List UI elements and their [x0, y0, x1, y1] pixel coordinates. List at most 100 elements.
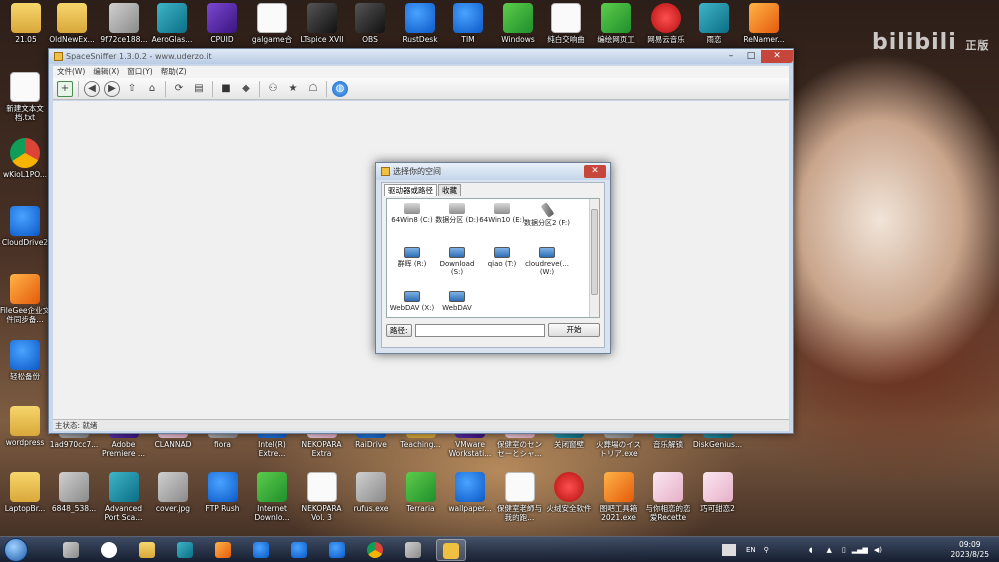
hard-drive-icon — [494, 203, 510, 214]
taskbar-chrome[interactable] — [360, 539, 390, 561]
desktop-icon[interactable]: CPUID — [196, 3, 248, 44]
desktop-icon[interactable]: 网易云音乐 — [640, 3, 692, 44]
desktop-icon[interactable]: cover.jpg — [147, 472, 199, 513]
signal-icon[interactable]: ▂▄▆ — [852, 546, 868, 554]
taskbar-display[interactable] — [398, 539, 428, 561]
taskbar-snip-tool[interactable] — [56, 539, 86, 561]
new-space-icon[interactable]: + — [57, 80, 73, 97]
drive-item[interactable]: cloudreve(... (W:) — [523, 247, 571, 276]
home-icon[interactable]: ⌂ — [144, 81, 160, 97]
desktop-icon[interactable]: wordpress — [0, 406, 51, 447]
pen-icon[interactable] — [722, 544, 736, 556]
desktop-icon[interactable]: TIM — [442, 3, 494, 44]
drive-item[interactable]: 数据分区2 (F:) — [523, 202, 571, 227]
desktop-icon[interactable]: 纯白交响曲 — [540, 3, 592, 44]
show-hidden-icons[interactable]: ▲ — [827, 546, 832, 554]
desktop-icon[interactable]: 轻松备份 — [0, 340, 51, 381]
desktop-icon[interactable]: Terraria — [395, 472, 447, 513]
desktop-icon[interactable]: 9f72ce188... — [98, 3, 150, 44]
desktop-icon[interactable]: Windows — [492, 3, 544, 44]
menu-edit[interactable]: 编辑(X) — [89, 66, 123, 78]
desktop-icon[interactable]: 火绒安全软件 — [543, 472, 595, 513]
path-label-button[interactable]: 路径: — [386, 323, 412, 337]
desktop-icon[interactable]: 21.05 — [0, 3, 52, 44]
mouse-icon[interactable]: ◖ — [809, 546, 813, 554]
close-button[interactable]: ✕ — [761, 50, 793, 63]
desktop-icon-label: DiskGenius... — [692, 440, 743, 449]
up-folder-icon[interactable]: ⇧ — [124, 81, 140, 97]
desktop-icon[interactable]: OldNewEx... — [46, 3, 98, 44]
taskbar-search[interactable] — [208, 539, 238, 561]
desktop-icon[interactable]: 雨恋 — [688, 3, 740, 44]
cube-icon[interactable]: ◆ — [238, 81, 254, 97]
drive-item[interactable]: qiao (T:) — [478, 247, 526, 268]
minimize-button[interactable]: – — [721, 50, 741, 63]
desktop-icon[interactable]: ReNamer... — [738, 3, 790, 44]
forward-icon[interactable]: ▶ — [104, 80, 120, 97]
desktop-icon[interactable]: wKioL1PO... — [0, 138, 51, 179]
desktop-icon[interactable]: RustDesk — [394, 3, 446, 44]
desktop-icon[interactable]: Advanced Port Sca... — [98, 472, 150, 522]
dialog-close-button[interactable]: ✕ — [584, 165, 606, 178]
binoculars-icon[interactable]: ⚇ — [265, 81, 281, 97]
globe-icon[interactable]: ◍ — [332, 80, 348, 97]
desktop-icon[interactable]: 新建文本文档.txt — [0, 72, 51, 122]
desktop-icon[interactable]: galgame合 — [246, 3, 298, 44]
battery-icon[interactable]: ▯ — [842, 546, 846, 554]
desktop-icon[interactable]: AeroGlas... — [146, 3, 198, 44]
start-button[interactable] — [4, 538, 28, 562]
desktop-icon[interactable]: CloudDrive2 — [0, 206, 51, 247]
taskbar-explorer[interactable] — [132, 539, 162, 561]
desktop-icon[interactable]: LaptopBr... — [0, 472, 51, 513]
taskbar-network[interactable] — [170, 539, 200, 561]
desktop-icon[interactable]: 6848_538... — [48, 472, 100, 513]
desktop-icon[interactable]: FTP Rush — [197, 472, 249, 513]
desktop-icon[interactable]: rufus.exe — [345, 472, 397, 513]
drive-item[interactable]: 数据分区 (D:) — [433, 203, 481, 224]
taskbar-spacesniffer[interactable] — [436, 539, 466, 561]
clock[interactable]: 09:09 2023/8/25 — [951, 540, 989, 560]
start-button[interactable]: 开始 — [548, 323, 600, 337]
desktop-icon[interactable]: LTspice XVII — [296, 3, 348, 44]
drive-list-scrollbar[interactable] — [589, 199, 599, 317]
document-icon[interactable]: ▤ — [191, 81, 207, 97]
drive-item[interactable]: Download (S:) — [433, 247, 481, 276]
drive-item[interactable]: 64Win10 (E:) — [478, 203, 526, 224]
desktop-icon[interactable]: OBS — [344, 3, 396, 44]
maximize-button[interactable]: □ — [741, 50, 761, 63]
window-titlebar[interactable]: SpaceSniffer 1.3.0.2 - www.uderzo.it – □… — [49, 49, 793, 64]
taskbar-app[interactable] — [246, 539, 276, 561]
drive-item[interactable]: 64Win8 (C:) — [388, 203, 436, 224]
desktop-icon[interactable]: FileGee企业文件同步备... — [0, 274, 51, 324]
menu-file[interactable]: 文件(W) — [53, 66, 89, 78]
cube-dark-icon[interactable]: ■ — [218, 81, 234, 97]
tab-drives[interactable]: 驱动器或路径 — [384, 184, 437, 196]
ghost-icon[interactable]: ☖ — [305, 81, 321, 97]
desktop-icon[interactable]: 图吧工具箱2021.exe — [593, 472, 645, 522]
volume-icon[interactable]: ◀) — [874, 546, 882, 554]
taskbar-computer[interactable] — [322, 539, 352, 561]
desktop-icon[interactable]: wallpaper... — [444, 472, 496, 513]
desktop-icon[interactable]: NEKOPARA Vol. 3 — [296, 472, 348, 522]
dialog-titlebar[interactable]: 选择你的空间 ✕ — [376, 163, 610, 180]
language-indicator[interactable]: EN — [746, 546, 756, 554]
desktop-icon[interactable]: 保健室老師与我的跑... — [494, 472, 546, 522]
input-method-icon[interactable]: ⚲ — [764, 546, 769, 554]
scrollbar-thumb[interactable] — [591, 209, 598, 295]
tab-favorites[interactable]: 收藏 — [438, 184, 461, 196]
desktop-icon[interactable]: 与你相恋的恋爱Recette — [642, 472, 694, 522]
refresh-icon[interactable]: ⟳ — [171, 81, 187, 97]
taskbar-clock-app[interactable] — [94, 539, 124, 561]
drive-item[interactable]: 群晖 (R:) — [388, 247, 436, 268]
desktop-icon[interactable]: Internet Downlo... — [246, 472, 298, 522]
taskbar-remote[interactable] — [284, 539, 314, 561]
menu-window[interactable]: 窗口(Y) — [123, 66, 156, 78]
path-input[interactable] — [414, 323, 545, 337]
desktop-icon[interactable]: 编绘网页工 — [590, 3, 642, 44]
back-icon[interactable]: ◀ — [84, 80, 100, 97]
desktop-icon[interactable]: 巧可甜恋2 — [692, 472, 744, 513]
drive-item[interactable]: WebDAV (X:) — [388, 291, 436, 312]
drive-item[interactable]: WebDAV — [433, 291, 481, 312]
star-icon[interactable]: ★ — [285, 81, 301, 97]
menu-help[interactable]: 帮助(Z) — [157, 66, 191, 78]
